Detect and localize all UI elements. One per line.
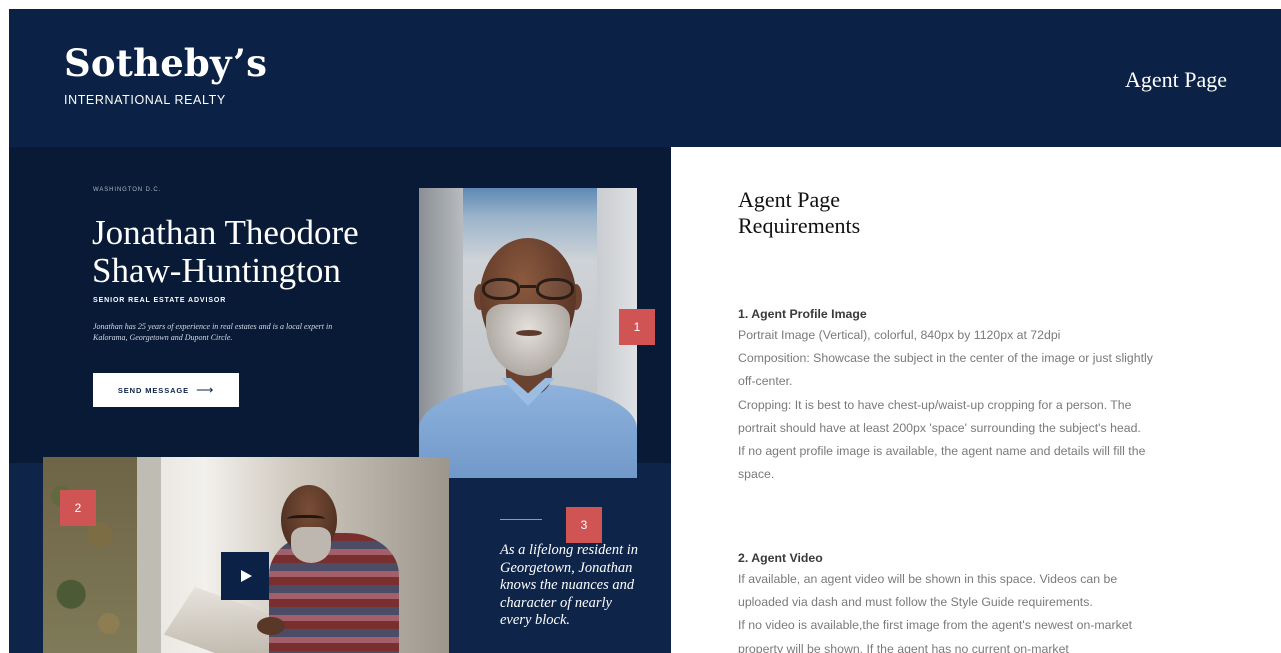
quote-divider — [500, 519, 542, 520]
marker-3-badge: 3 — [566, 507, 602, 543]
agent-role: SENIOR REAL ESTATE ADVISOR — [93, 297, 227, 304]
send-message-label: SEND MESSAGE — [117, 385, 190, 395]
requirements-panel: Agent Page Requirements 1. Agent Profile… — [738, 187, 1153, 653]
requirement-line: If no agent profile image is available, … — [738, 444, 1146, 482]
marker-2-badge: 2 — [60, 490, 96, 526]
requirement-line: Composition: Showcase the subject in the… — [738, 351, 1153, 389]
marker-1-badge: 1 — [619, 309, 655, 345]
requirement-heading: 1. Agent Profile Image — [738, 307, 867, 321]
send-message-button[interactable]: SEND MESSAGE ⟶ — [93, 373, 239, 407]
agent-page-spec: Sotheby’s INTERNATIONAL REALTY Agent Pag… — [9, 9, 1281, 653]
requirement-line: Portrait Image (Vertical), colorful, 840… — [738, 328, 1061, 342]
agent-video[interactable] — [43, 457, 449, 653]
agent-quote: As a lifelong resident in Georgetown, Jo… — [500, 542, 639, 628]
requirement-line: If available, an agent video will be sho… — [738, 572, 1118, 610]
requirements-title: Agent Page Requirements — [738, 187, 861, 238]
requirement-line: If no video is available,the first image… — [738, 618, 1132, 653]
logo-wordmark[interactable]: Sotheby’s — [64, 45, 267, 82]
logo-subtitle: INTERNATIONAL REALTY — [64, 93, 226, 107]
agent-location: WASHINGTON D.C. — [93, 187, 162, 193]
requirement-agent-video: 2. Agent Video If available, an agent vi… — [738, 549, 1158, 653]
agent-name: Jonathan Theodore Shaw-Huntington — [92, 213, 359, 290]
requirement-heading: 2. Agent Video — [738, 551, 823, 565]
requirement-profile-image: 1. Agent Profile Image Portrait Image (V… — [738, 305, 1158, 486]
page-title: Agent Page — [1124, 67, 1227, 92]
agent-profile-image — [419, 188, 637, 478]
play-icon — [241, 570, 252, 582]
play-button[interactable] — [221, 552, 269, 600]
header-bar: Sotheby’s INTERNATIONAL REALTY Agent Pag… — [9, 9, 1281, 147]
agent-bio: Jonathan has 25 years of experience in r… — [93, 322, 333, 342]
requirement-line: Cropping: It is best to have chest-up/wa… — [738, 397, 1141, 435]
arrow-right-icon: ⟶ — [196, 383, 215, 397]
glasses-graphic — [480, 278, 576, 302]
agent-page-preview: WASHINGTON D.C. Jonathan Theodore Shaw-H… — [9, 147, 671, 653]
